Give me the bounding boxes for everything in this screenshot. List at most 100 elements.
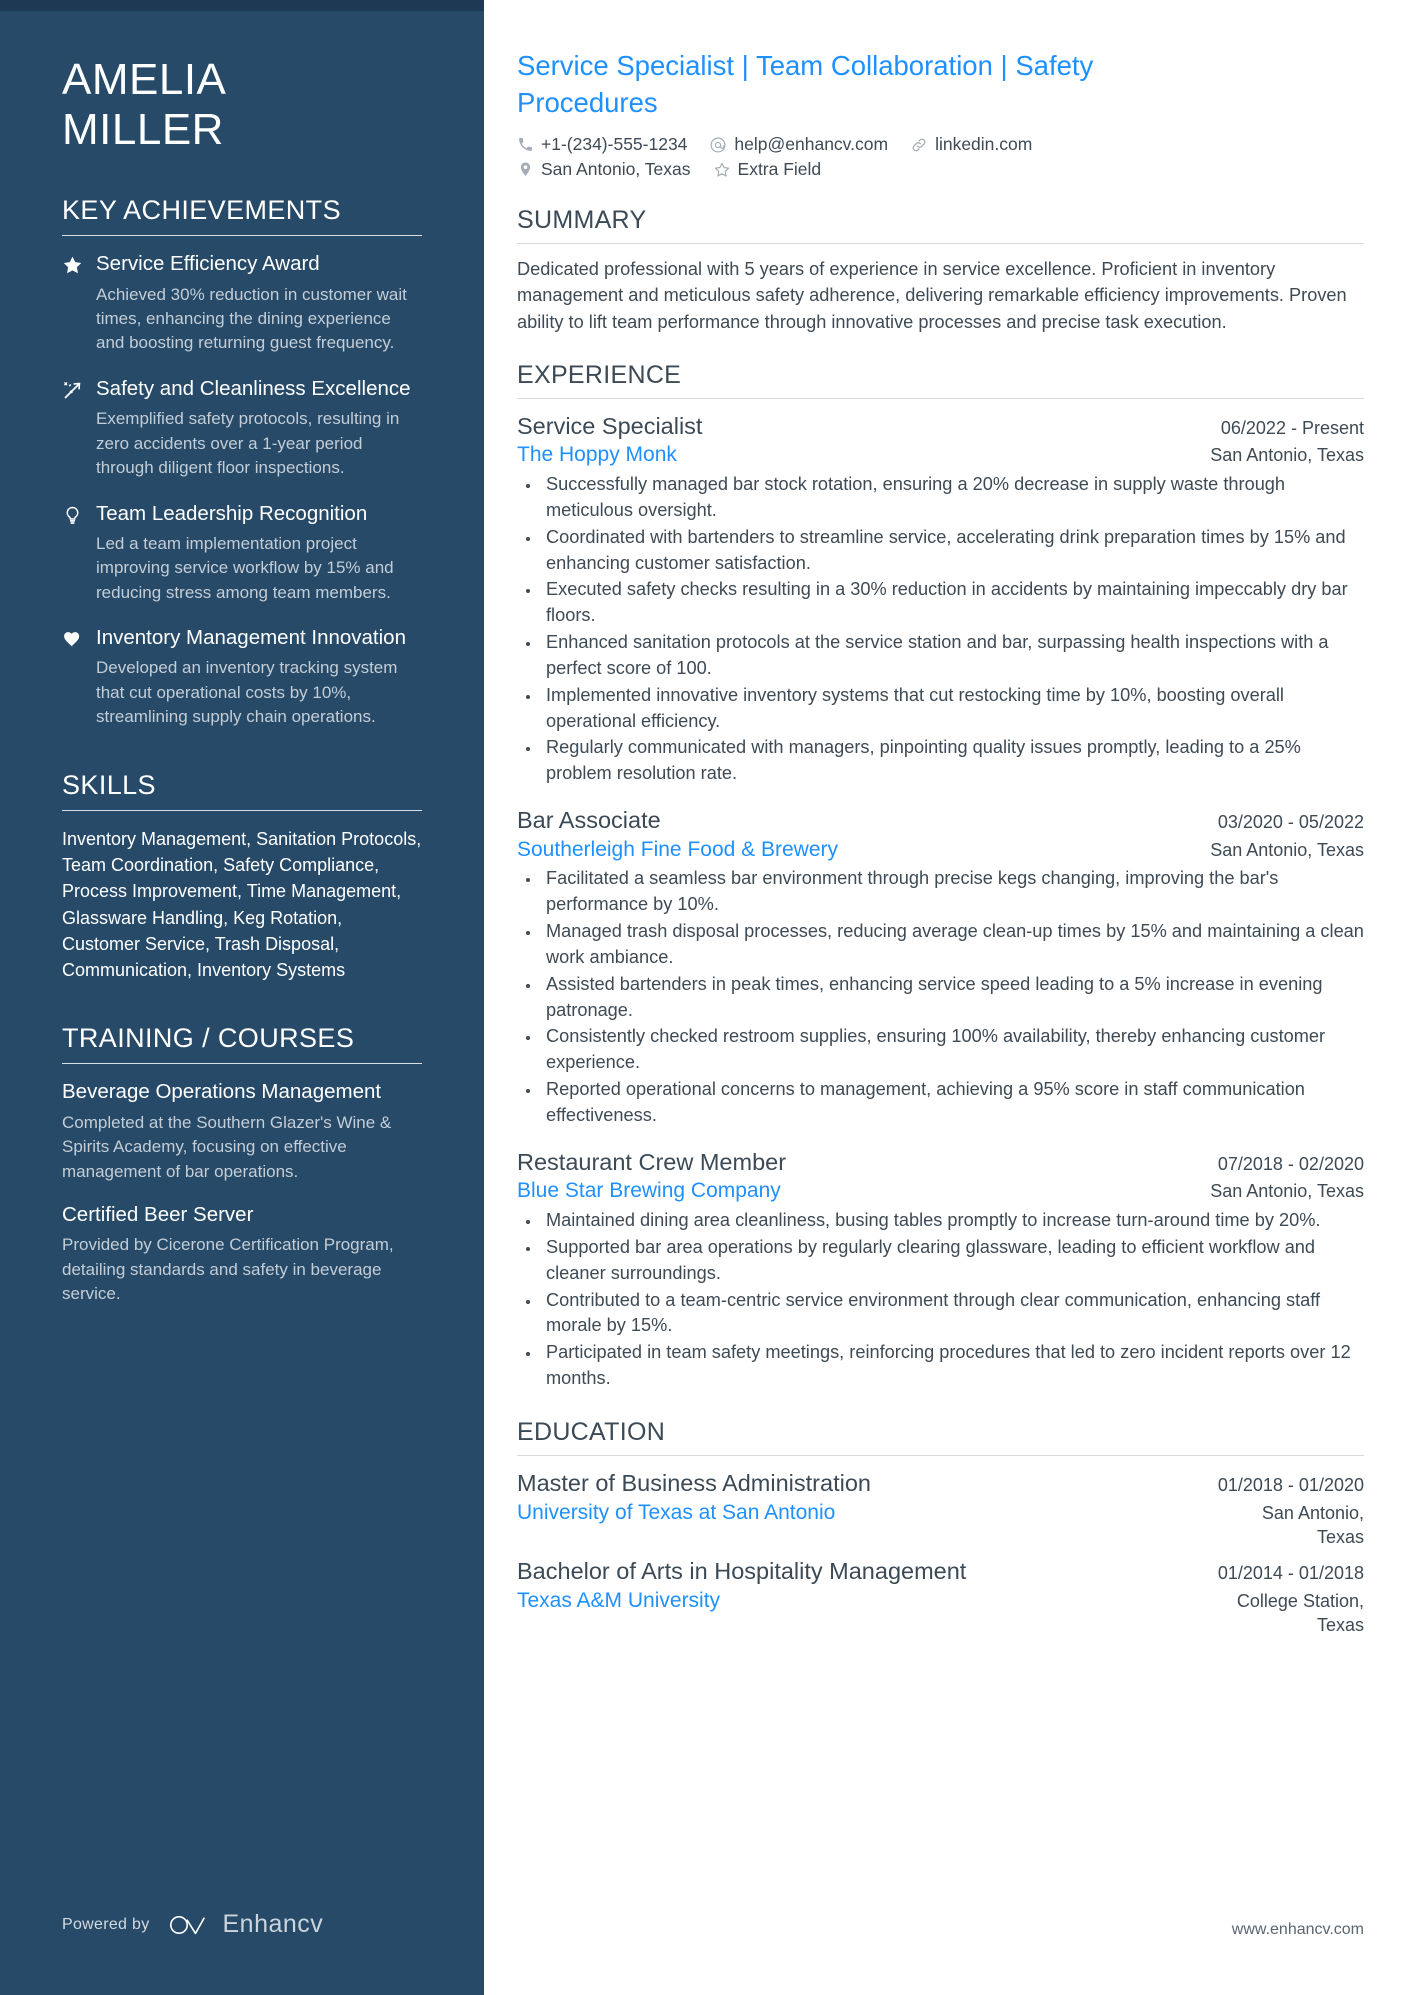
section-key-achievements: KEY ACHIEVEMENTS Service Efficiency Awar… [62, 195, 422, 730]
job-dates: 03/2020 - 05/2022 [1217, 812, 1364, 833]
course-item: Beverage Operations Management Completed… [62, 1079, 422, 1184]
job-bullet: Consistently checked restroom supplies, … [541, 1024, 1364, 1076]
resume-page: AMELIA MILLER KEY ACHIEVEMENTS Service E… [0, 0, 1410, 1995]
job-dates: 06/2022 - Present [1220, 417, 1364, 438]
achievement-description: Developed an inventory tracking system t… [96, 658, 398, 727]
location-text: San Antonio, Texas [541, 159, 691, 180]
job-bullet: Supported bar area operations by regular… [541, 1235, 1364, 1287]
achievement-description: Exemplified safety protocols, resulting … [96, 409, 400, 478]
job-company[interactable]: The Hoppy Monk [517, 441, 677, 469]
experience-heading: EXPERIENCE [517, 360, 682, 389]
education-dates: 01/2018 - 01/2020 [1217, 1475, 1364, 1495]
contact-linkedin[interactable]: linkedin.com [910, 134, 1032, 155]
contact-row-secondary: San Antonio, Texas Extra Field [517, 159, 1364, 180]
name-line-first: AMELIA [62, 55, 227, 104]
professional-headline: Service Specialist | Team Collaboration … [517, 50, 1094, 118]
course-title: Certified Beer Server [62, 1203, 254, 1227]
job-title: Service Specialist [517, 412, 703, 439]
summary-text: Dedicated professional with 5 years of e… [517, 259, 1347, 332]
candidate-name: AMELIA MILLER [62, 0, 422, 155]
divider [517, 397, 1364, 399]
job-bullet: Coordinated with bartenders to streamlin… [541, 525, 1364, 577]
extra-field-text: Extra Field [737, 159, 822, 180]
experience-entry: Service Specialist 06/2022 - Present The… [517, 411, 1364, 787]
section-education: EDUCATION Master of Business Administrat… [517, 1418, 1364, 1638]
section-skills: SKILLS Inventory Management, Sanitation … [62, 770, 422, 984]
enhancv-logo: Enhancv [168, 1910, 324, 1939]
site-url-footer: www.enhancv.com [1231, 1921, 1364, 1938]
contact-row-primary: +1-(234)-555-1234 help@enhancv.com linke… [517, 134, 1364, 155]
job-bullet: Facilitated a seamless bar environment t… [541, 866, 1364, 918]
lightbulb-icon [62, 501, 96, 606]
sidebar-top-accent-bar [0, 0, 484, 11]
heart-icon [62, 625, 96, 730]
achievement-description: Achieved 30% reduction in customer wait … [96, 284, 407, 353]
job-bullet: Successfully managed bar stock rotation,… [541, 472, 1364, 524]
key-achievements-heading: KEY ACHIEVEMENTS [62, 195, 341, 226]
education-school[interactable]: Texas A&M University [517, 1587, 720, 1615]
sidebar: AMELIA MILLER KEY ACHIEVEMENTS Service E… [0, 0, 484, 1995]
job-bullet: Assisted bartenders in peak times, enhan… [541, 972, 1364, 1024]
experience-company-row: Blue Star Brewing Company San Antonio, T… [517, 1177, 1364, 1205]
job-bullets: Facilitated a seamless bar environment t… [517, 866, 1364, 1128]
divider [62, 235, 422, 237]
main-column: Service Specialist | Team Collaboration … [484, 0, 1410, 1995]
summary-heading: SUMMARY [517, 206, 647, 235]
education-degree-row: Bachelor of Arts in Hospitality Manageme… [517, 1556, 1364, 1587]
education-school[interactable]: University of Texas at San Antonio [517, 1499, 835, 1527]
enhancv-wordmark: Enhancv [222, 1910, 324, 1938]
job-location: San Antonio, Texas [1210, 445, 1364, 466]
star-outline-icon [714, 162, 729, 177]
achievement-item: Team Leadership Recognition Led a team i… [62, 501, 422, 606]
name-line-last: MILLER [62, 105, 224, 155]
contact-extra-field[interactable]: Extra Field [713, 159, 822, 180]
training-heading: TRAINING / COURSES [62, 1023, 355, 1054]
experience-company-row: Southerleigh Fine Food & Brewery San Ant… [517, 836, 1364, 864]
powered-by-footer: Powered by Enhancv [62, 1910, 323, 1939]
achievement-title: Safety and Cleanliness Excellence [96, 376, 411, 400]
job-location: San Antonio, Texas [1210, 839, 1364, 860]
job-bullet: Managed trash disposal processes, reduci… [541, 919, 1364, 971]
education-entry: Master of Business Administration 01/201… [517, 1468, 1364, 1550]
link-icon [912, 138, 926, 152]
experience-title-row: Service Specialist 06/2022 - Present [517, 411, 1364, 442]
powered-by-label: Powered by [62, 1915, 150, 1933]
job-title: Restaurant Crew Member [517, 1148, 787, 1175]
experience-title-row: Bar Associate 03/2020 - 05/2022 [517, 805, 1364, 836]
skills-list: Inventory Management, Sanitation Protoco… [62, 828, 422, 981]
divider [62, 809, 422, 811]
course-description: Completed at the Southern Glazer's Wine … [62, 1112, 392, 1181]
experience-entry: Restaurant Crew Member 07/2018 - 02/2020… [517, 1147, 1364, 1392]
email-text: help@enhancv.com [734, 134, 889, 155]
job-bullet: Maintained dining area cleanliness, busi… [541, 1208, 1364, 1234]
linkedin-text: linkedin.com [935, 134, 1033, 155]
achievement-title: Team Leadership Recognition [96, 501, 368, 525]
education-degree-row: Master of Business Administration 01/201… [517, 1468, 1364, 1499]
education-degree: Master of Business Administration [517, 1470, 871, 1496]
job-dates: 07/2018 - 02/2020 [1217, 1153, 1364, 1174]
education-school-row: Texas A&M University College Station, Te… [517, 1587, 1364, 1638]
job-company[interactable]: Blue Star Brewing Company [517, 1177, 781, 1205]
job-bullets: Successfully managed bar stock rotation,… [517, 472, 1364, 787]
job-bullet: Enhanced sanitation protocols at the ser… [541, 630, 1364, 682]
job-bullet: Participated in team safety meetings, re… [541, 1340, 1364, 1392]
course-description: Provided by Cicerone Certification Progr… [62, 1235, 394, 1304]
section-summary: SUMMARY Dedicated professional with 5 ye… [517, 206, 1364, 335]
experience-company-row: The Hoppy Monk San Antonio, Texas [517, 441, 1364, 469]
job-company[interactable]: Southerleigh Fine Food & Brewery [517, 836, 838, 864]
job-bullet: Regularly communicated with managers, pi… [541, 735, 1364, 787]
job-bullets: Maintained dining area cleanliness, busi… [517, 1208, 1364, 1392]
contact-phone[interactable]: +1-(234)-555-1234 [517, 134, 687, 155]
achievement-item: Inventory Management Innovation Develope… [62, 625, 422, 730]
achievement-title: Inventory Management Innovation [96, 626, 406, 650]
section-experience: EXPERIENCE Service Specialist 06/2022 - … [517, 361, 1364, 1392]
job-title: Bar Associate [517, 807, 661, 834]
contact-location[interactable]: San Antonio, Texas [517, 159, 691, 180]
phone-icon [519, 138, 532, 151]
course-title: Beverage Operations Management [62, 1080, 382, 1104]
contact-info: +1-(234)-555-1234 help@enhancv.com linke… [517, 134, 1364, 180]
contact-email[interactable]: help@enhancv.com [709, 134, 888, 155]
education-degree: Bachelor of Arts in Hospitality Manageme… [517, 1557, 967, 1584]
education-location: College Station, Texas [1236, 1591, 1364, 1636]
divider [517, 1455, 1364, 1456]
